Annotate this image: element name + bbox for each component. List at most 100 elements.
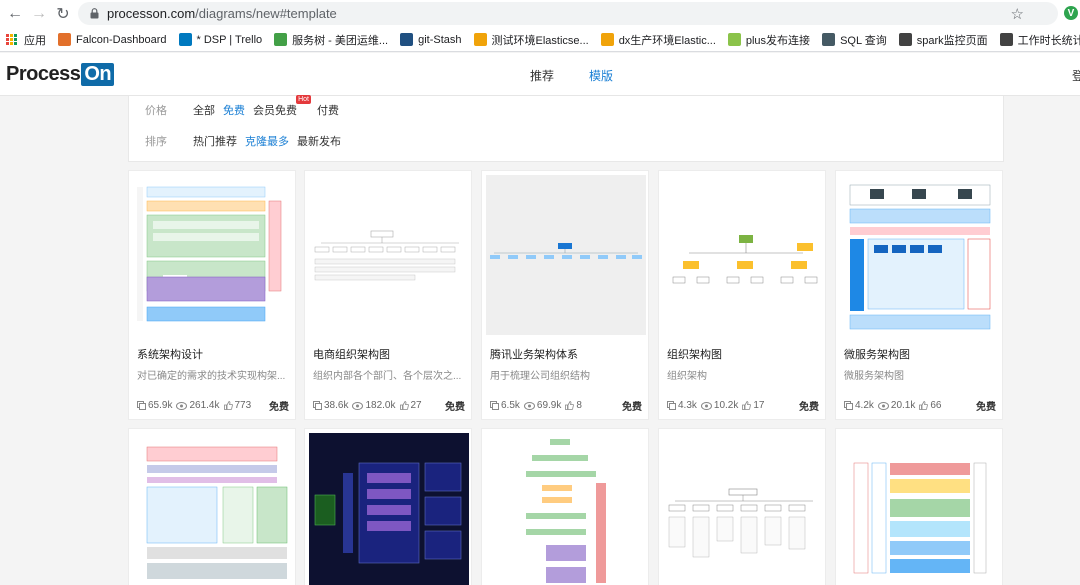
price-badge: 免费 <box>445 402 465 413</box>
bookmark-label: SQL 查询 <box>840 34 887 47</box>
template-card[interactable]: 系统架构设计 对已确定的需求的技术实现构架... 65.9k 261.4k 77… <box>128 170 296 420</box>
views-count: 38.6k <box>324 400 349 411</box>
bookmark-9[interactable]: spark监控页面 <box>898 32 988 48</box>
views-stat: 65.9k <box>137 400 172 411</box>
template-stats: 4.2k 20.1k 66 免费 <box>844 398 996 413</box>
template-stats: 38.6k 182.0k 27 免费 <box>313 398 465 413</box>
bookmark-5[interactable]: 测试环境Elasticse... <box>473 32 589 48</box>
price-option-paid[interactable]: 付费 <box>317 102 339 118</box>
plus-icon <box>727 33 741 46</box>
template-description: 用于梳理公司组织结构 <box>490 371 590 382</box>
template-thumbnail <box>486 433 646 585</box>
views-count: 65.9k <box>148 400 173 411</box>
site-header: Process On 推荐 模版 登 <box>0 53 1080 96</box>
git-icon <box>400 33 414 46</box>
price-option-all[interactable]: 全部 <box>193 102 215 118</box>
template-card[interactable] <box>304 428 472 585</box>
elastic-icon <box>600 33 614 46</box>
likes-stat: 182.0k <box>352 400 396 411</box>
reload-icon[interactable]: ↻ <box>54 5 72 23</box>
template-title: 组织架构图 <box>667 349 722 361</box>
template-stats: 65.9k 261.4k 773 免费 <box>137 398 289 413</box>
thumb-up-icon <box>565 401 575 410</box>
template-card[interactable] <box>481 428 649 585</box>
member-free-label: 会员免费 <box>253 105 297 117</box>
price-option-member-free[interactable]: 会员免费 Hot <box>253 95 311 118</box>
template-thumbnail <box>663 175 823 335</box>
logo-text: Process <box>6 63 81 85</box>
clones-stat: 17 <box>742 400 765 411</box>
template-card[interactable]: 组织架构图 组织架构 4.3k 10.2k 17 免费 <box>658 170 826 420</box>
price-option-free[interactable]: 免费 <box>223 102 245 118</box>
tab-templates[interactable]: 模版 <box>589 67 613 84</box>
bookmark-7[interactable]: plus发布连接 <box>727 32 811 48</box>
bookmark-0[interactable]: 应用 <box>6 32 46 48</box>
bookmark-label: 测试环境Elasticse... <box>491 34 589 47</box>
copy-icon <box>490 401 499 410</box>
sort-filter-row: 排序 热门推荐 克隆最多 最新发布 <box>145 133 349 149</box>
template-thumbnail <box>663 433 823 585</box>
url-path: /diagrams/new#template <box>195 6 337 21</box>
bookmark-8[interactable]: SQL 查询 <box>822 32 887 48</box>
clones-count: 8 <box>576 400 582 411</box>
bookmark-label: spark监控页面 <box>916 34 988 47</box>
back-icon[interactable]: ← <box>6 5 24 23</box>
bookmark-label: dx生产环境Elastic... <box>618 34 716 47</box>
template-card[interactable] <box>658 428 826 585</box>
template-description: 对已确定的需求的技术实现构架... <box>137 371 286 382</box>
template-title: 微服务架构图 <box>844 349 910 361</box>
trello-icon <box>178 33 192 46</box>
template-thumbnail <box>840 433 1000 585</box>
likes-stat: 20.1k <box>877 400 916 411</box>
thumb-up-icon <box>223 401 233 410</box>
likes-count: 20.1k <box>890 400 916 411</box>
extension-icon[interactable]: V <box>1064 6 1078 20</box>
bookmark-star-icon[interactable]: ☆ <box>1011 5 1024 23</box>
globe-icon <box>898 33 912 46</box>
template-title: 腾讯业务架构体系 <box>490 349 578 361</box>
address-bar[interactable]: processon.com/diagrams/new#template ☆ <box>78 2 1058 25</box>
template-title: 电商组织架构图 <box>313 349 390 361</box>
bookmark-2[interactable]: * DSP | Trello <box>178 33 262 46</box>
bookmark-3[interactable]: 服务树 - 美团运维... <box>274 32 388 48</box>
likes-count: 182.0k <box>365 400 396 411</box>
eye-icon <box>352 401 364 410</box>
browser-toolbar: ← → ↻ processon.com/diagrams/new#templat… <box>0 0 1080 28</box>
template-card[interactable] <box>128 428 296 585</box>
bookmark-1[interactable]: Falcon-Dashboard <box>58 33 167 46</box>
views-stat: 4.3k <box>667 400 697 411</box>
tab-recommend[interactable]: 推荐 <box>530 67 554 84</box>
copy-icon <box>667 401 676 410</box>
template-stats: 4.3k 10.2k 17 免费 <box>667 398 819 413</box>
sort-label: 排序 <box>145 136 167 148</box>
template-thumbnail <box>133 433 293 585</box>
clones-count: 773 <box>234 400 252 411</box>
sort-option-hot[interactable]: 热门推荐 <box>193 133 237 149</box>
bookmark-6[interactable]: dx生产环境Elastic... <box>600 32 716 48</box>
bookmark-label: plus发布连接 <box>745 34 811 47</box>
views-count: 6.5k <box>501 400 520 411</box>
clones-stat: 27 <box>399 400 422 411</box>
views-stat: 6.5k <box>490 400 520 411</box>
bookmark-10[interactable]: 工作时长统计 <box>999 32 1080 48</box>
likes-stat: 261.4k <box>176 400 220 411</box>
sort-option-most-cloned[interactable]: 克隆最多 <box>245 133 289 149</box>
template-thumbnail <box>309 175 469 335</box>
thumb-up-icon <box>742 401 752 410</box>
copy-icon <box>137 401 146 410</box>
bookmark-label: 服务树 - 美团运维... <box>292 34 389 47</box>
bookmark-4[interactable]: git-Stash <box>400 33 462 46</box>
template-card[interactable]: 腾讯业务架构体系 用于梳理公司组织结构 6.5k 69.9k 8 免费 <box>481 170 649 420</box>
price-filter-row: 价格 全部 免费 会员免费 Hot 付费 <box>145 95 347 118</box>
database-icon <box>822 33 836 46</box>
url-host: processon.com <box>107 6 196 21</box>
login-link[interactable]: 登 <box>1072 67 1080 84</box>
template-card[interactable]: 微服务架构图 微服务架构图 4.2k 20.1k 66 免费 <box>835 170 1003 420</box>
views-stat: 38.6k <box>313 400 348 411</box>
template-card[interactable] <box>835 428 1003 585</box>
template-card[interactable]: 电商组织架构图 组织内部各个部门、各个层次之... 38.6k 182.0k 2… <box>304 170 472 420</box>
processon-logo[interactable]: Process On <box>6 63 115 86</box>
sort-option-newest[interactable]: 最新发布 <box>297 133 341 149</box>
forward-icon[interactable]: → <box>30 5 48 23</box>
views-count: 4.3k <box>678 400 697 411</box>
